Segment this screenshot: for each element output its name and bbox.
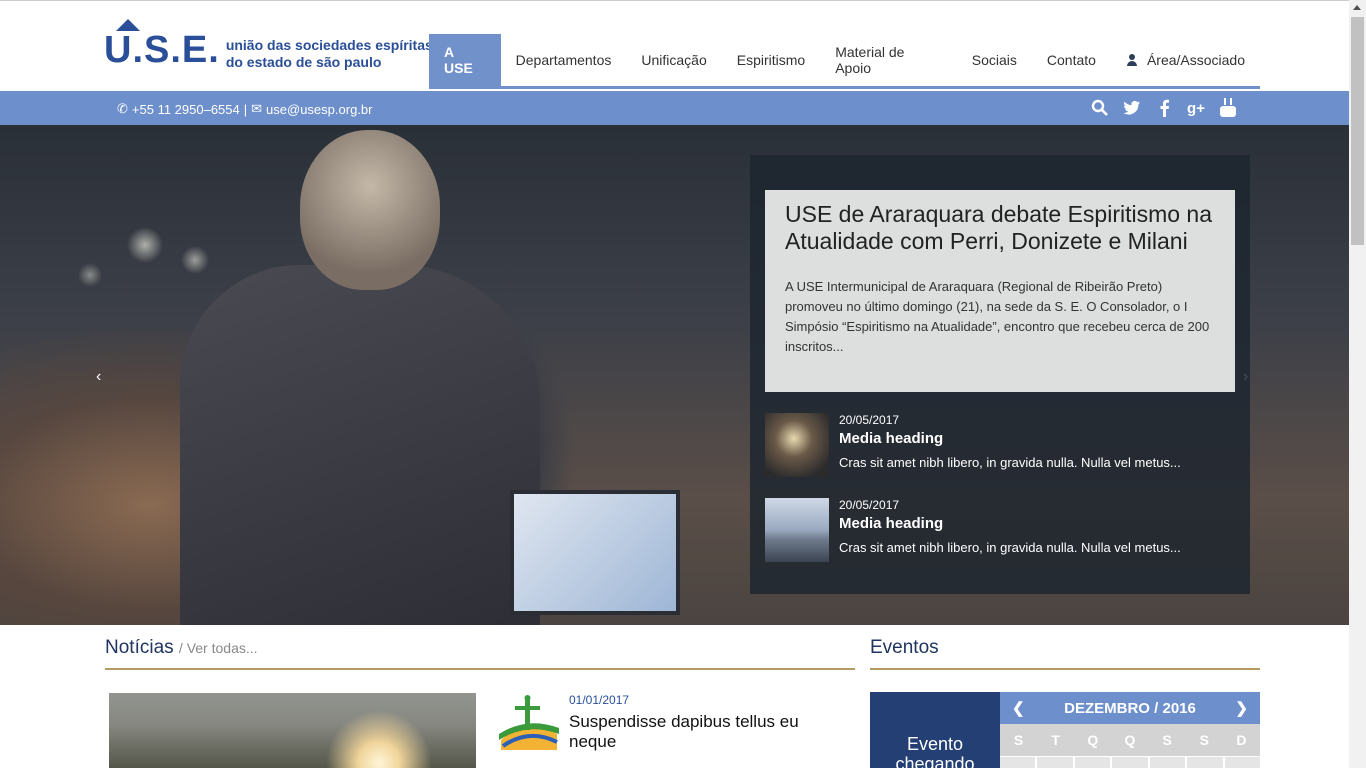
nav-label: Espiritismo xyxy=(736,52,806,68)
calendar-day-cell[interactable] xyxy=(1224,757,1260,768)
phone-number[interactable]: +55 11 2950–6554 xyxy=(132,102,240,117)
twitter-icon[interactable] xyxy=(1122,98,1142,118)
nav-label: Contato xyxy=(1046,52,1096,68)
main-nav: A USE Departamentos Unificação Espiritis… xyxy=(429,34,1260,89)
media-text: Cras sit amet nibh libero, in gravida nu… xyxy=(839,540,1181,555)
scrollbar-thumb[interactable] xyxy=(1351,17,1364,245)
nav-label: Departamentos xyxy=(515,52,612,68)
email-link[interactable]: use@usesp.org.br xyxy=(266,102,372,117)
media-date: 20/05/2017 xyxy=(839,498,900,512)
calendar-day-cell[interactable] xyxy=(1187,757,1223,768)
events-divider xyxy=(870,668,1260,670)
nav-label: Material de Apoio xyxy=(835,44,905,76)
youtube-icon[interactable] xyxy=(1218,98,1238,118)
media-thumbnail[interactable] xyxy=(765,413,829,477)
nav-item-contato[interactable]: Contato xyxy=(1032,34,1111,86)
weekday: Q xyxy=(1087,732,1099,748)
nav-item-sociais[interactable]: Sociais xyxy=(957,34,1032,86)
hero-slider[interactable]: ‹ › USE de Araraquara debate Espiritismo… xyxy=(0,125,1349,625)
media-body: 20/05/2017 Media heading Cras sit amet n… xyxy=(839,413,1181,477)
media-heading[interactable]: Media heading xyxy=(839,430,1181,447)
site-logo[interactable]: U.S.E. união das sociedades espíritas do… xyxy=(104,19,433,75)
featured-title[interactable]: USE de Araraquara debate Espiritismo na … xyxy=(785,201,1215,255)
calendar-day-cell[interactable] xyxy=(1112,757,1148,768)
calendar-day-cell[interactable] xyxy=(1149,757,1186,768)
news-headline[interactable]: Suspendisse dapibus tellus eu neque xyxy=(569,712,829,752)
news-photo[interactable] xyxy=(109,693,476,768)
nav-item-area-associado[interactable]: Área/Associado xyxy=(1111,34,1260,86)
social-icons: g+ xyxy=(1090,98,1238,118)
nav-label: Unificação xyxy=(641,52,707,68)
media-text: Cras sit amet nibh libero, in gravida nu… xyxy=(839,455,1181,470)
chevron-right-icon[interactable]: ❯ xyxy=(1235,699,1248,717)
user-icon xyxy=(1126,54,1138,66)
contact-separator: | xyxy=(243,101,248,117)
weekday: S xyxy=(1199,732,1209,748)
news-date: 01/01/2017 xyxy=(569,693,630,707)
events-section-title: Eventos xyxy=(870,637,939,658)
featured-article[interactable]: USE de Araraquara debate Espiritismo na … xyxy=(765,190,1235,392)
calendar-day-cell[interactable] xyxy=(1074,757,1111,768)
nav-item-departamentos[interactable]: Departamentos xyxy=(501,34,627,86)
news-see-all-link[interactable]: / Ver todas... xyxy=(179,640,258,656)
weekday: T xyxy=(1051,732,1060,748)
news-divider xyxy=(105,668,855,670)
hero-image-head xyxy=(300,130,440,290)
news-title: Notícias xyxy=(105,637,174,658)
weekday: S xyxy=(1013,732,1024,748)
calendar-weekdays: S T Q Q S S D xyxy=(1000,724,1260,756)
nav-item-a-use[interactable]: A USE xyxy=(429,34,501,86)
logo-arrow-icon xyxy=(116,19,140,31)
nav-label: A USE xyxy=(444,44,473,76)
media-body: 20/05/2017 Media heading Cras sit amet n… xyxy=(839,498,1181,562)
chevron-left-icon[interactable]: ❮ xyxy=(1012,699,1025,717)
calendar-month: DEZEMBRO / 2016 xyxy=(1064,699,1196,717)
header: U.S.E. união das sociedades espíritas do… xyxy=(0,0,1349,90)
nav-label: Sociais xyxy=(971,52,1017,68)
featured-summary: A USE Intermunicipal de Araraquara (Regi… xyxy=(785,279,1210,354)
search-icon[interactable] xyxy=(1090,98,1110,118)
google-plus-icon[interactable]: g+ xyxy=(1186,98,1206,118)
nav-item-espiritismo[interactable]: Espiritismo xyxy=(722,34,820,86)
weekday: Q xyxy=(1124,732,1136,748)
media-item[interactable]: 20/05/2017 Media heading Cras sit amet n… xyxy=(765,413,1235,477)
nav-item-material-de-apoio[interactable]: Material de Apoio xyxy=(820,34,957,86)
media-item[interactable]: 20/05/2017 Media heading Cras sit amet n… xyxy=(765,498,1235,562)
calendar-first-week xyxy=(1000,757,1260,768)
nav-label: Área/Associado xyxy=(1146,52,1245,68)
hero-image-speaker xyxy=(180,265,540,625)
contact-info: ✆ +55 11 2950–6554 | ✉ use@usesp.org.br xyxy=(117,101,376,117)
nav-item-unificacao[interactable]: Unificação xyxy=(626,34,721,86)
slider-prev-icon[interactable]: ‹ xyxy=(96,368,101,386)
scroll-up-arrow-icon[interactable] xyxy=(1353,5,1361,10)
logo-line-2: do estado de são paulo xyxy=(225,54,382,70)
weekday: S xyxy=(1162,732,1172,748)
media-date: 20/05/2017 xyxy=(839,413,900,427)
media-heading[interactable]: Media heading xyxy=(839,515,1181,532)
logo-text: união das sociedades espíritas do estado… xyxy=(226,37,433,71)
calendar-day-cell[interactable] xyxy=(1037,757,1073,768)
featured-panel: USE de Araraquara debate Espiritismo na … xyxy=(750,155,1250,594)
envelope-icon: ✉ xyxy=(251,101,263,116)
media-thumbnail[interactable] xyxy=(765,498,829,562)
logo-mark: U.S.E. xyxy=(104,19,220,73)
upcoming-event-box[interactable]: Evento chegando xyxy=(870,692,1000,768)
news-section-title: Notícias / Ver todas... xyxy=(105,637,258,659)
weekday: D xyxy=(1236,732,1247,748)
news-logo-image[interactable] xyxy=(497,694,561,750)
phone-icon: ✆ xyxy=(117,101,128,116)
facebook-icon[interactable] xyxy=(1154,98,1174,118)
hero-image-screen xyxy=(510,490,680,615)
info-bar: ✆ +55 11 2950–6554 | ✉ use@usesp.org.br … xyxy=(0,91,1349,125)
calendar-day-cell[interactable] xyxy=(1000,757,1036,768)
logo-mark-text: U.S.E. xyxy=(104,29,220,71)
calendar-header: ❮ DEZEMBRO / 2016 ❯ xyxy=(1000,692,1260,724)
logo-line-1: união das sociedades espíritas xyxy=(225,37,433,53)
